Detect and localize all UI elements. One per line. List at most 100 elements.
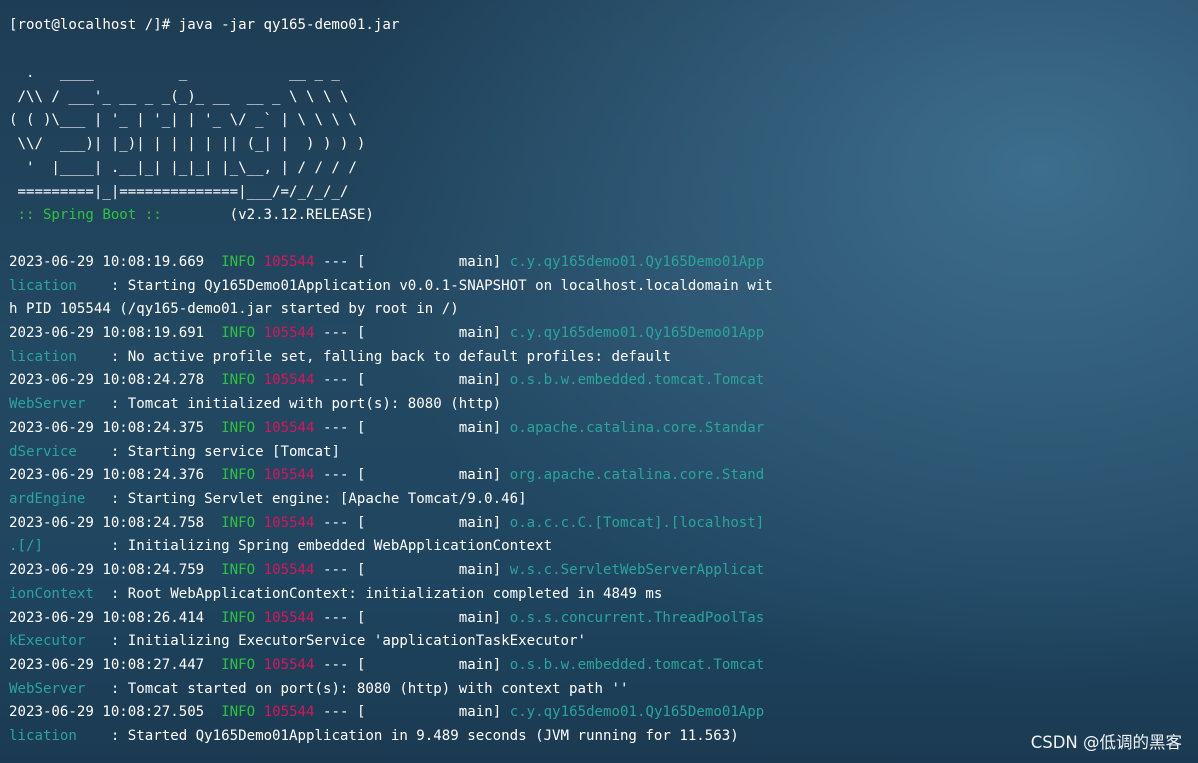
log-thread: --- [ main]	[314, 704, 510, 720]
log-message: : Root WebApplicationContext: initializa…	[93, 586, 663, 602]
log-pid: 105544	[263, 372, 315, 388]
log-message: : Initializing Spring embedded WebApplic…	[42, 538, 553, 554]
banner-line-6: =========|_|==============|___/=/_/_/_/	[9, 184, 349, 200]
log-level: INFO	[221, 704, 256, 720]
log-message: : Tomcat initialized with port(s): 8080 …	[85, 396, 502, 412]
log-message: : Started Qy165Demo01Application in 9.48…	[76, 728, 739, 744]
log-level: INFO	[221, 610, 256, 626]
log-message: : Initializing ExecutorService 'applicat…	[85, 633, 586, 649]
log-thread: --- [ main]	[314, 254, 510, 270]
log-entry-line: 2023-06-29 10:08:24.759 INFO 105544 --- …	[9, 560, 764, 580]
log-entry-line: 2023-06-29 10:08:27.447 INFO 105544 --- …	[9, 655, 764, 675]
log-level: INFO	[221, 372, 256, 388]
log-message: : Starting Qy165Demo01Application v0.0.1…	[76, 278, 773, 294]
log-entry-line: 2023-06-29 10:08:19.669 INFO 105544 --- …	[9, 252, 764, 272]
log-entry-line: dService : Starting service [Tomcat]	[9, 442, 340, 462]
log-thread: --- [ main]	[314, 610, 510, 626]
log-entry-line: ionContext : Root WebApplicationContext:…	[9, 584, 662, 604]
log-entry-line: 2023-06-29 10:08:24.376 INFO 105544 --- …	[9, 465, 764, 485]
log-timestamp: 2023-06-29 10:08:24.759	[9, 562, 205, 578]
log-level: INFO	[221, 254, 256, 270]
log-logger: w.s.c.ServletWebServerApplicat	[509, 562, 765, 578]
log-logger: c.y.qy165demo01.Qy165Demo01App	[509, 325, 765, 341]
log-message: : Starting Servlet engine: [Apache Tomca…	[85, 491, 527, 507]
log-pid: 105544	[263, 704, 315, 720]
log-logger-cont: WebServer	[9, 396, 86, 412]
log-logger-cont: kExecutor	[9, 633, 86, 649]
log-pid: 105544	[263, 467, 315, 483]
log-timestamp: 2023-06-29 10:08:19.691	[9, 325, 205, 341]
log-timestamp: 2023-06-29 10:08:24.376	[9, 467, 205, 483]
log-level: INFO	[221, 515, 256, 531]
log-message: : Starting service [Tomcat]	[76, 444, 340, 460]
log-entry-line: 2023-06-29 10:08:24.758 INFO 105544 --- …	[9, 513, 764, 533]
log-entry-line: ardEngine : Starting Servlet engine: [Ap…	[9, 489, 527, 509]
log-pid: 105544	[263, 610, 315, 626]
log-pid: 105544	[263, 657, 315, 673]
spring-boot-version: (v2.3.12.RELEASE)	[170, 207, 374, 223]
log-message-cont: h PID 105544 (/qy165-demo01.jar started …	[9, 301, 459, 317]
log-logger: o.s.b.w.embedded.tomcat.Tomcat	[509, 657, 765, 673]
log-entry-line: lication : Starting Qy165Demo01Applicati…	[9, 276, 773, 296]
log-pid: 105544	[263, 515, 315, 531]
log-entry-line: 2023-06-29 10:08:27.505 INFO 105544 --- …	[9, 702, 764, 722]
banner-line-4: \\/ ___)| |_)| | | | | || (_| | ) ) ) )	[9, 136, 366, 152]
banner-line-5: ' |____| .__|_| |_|_| |_\__, | / / / /	[9, 160, 357, 176]
log-timestamp: 2023-06-29 10:08:27.505	[9, 704, 205, 720]
log-thread: --- [ main]	[314, 325, 510, 341]
log-level: INFO	[221, 467, 256, 483]
log-logger: c.y.qy165demo01.Qy165Demo01App	[509, 704, 765, 720]
log-level: INFO	[221, 325, 256, 341]
log-thread: --- [ main]	[314, 515, 510, 531]
banner-line-1: . ____ _ __ _ _	[9, 65, 340, 81]
log-message: : No active profile set, falling back to…	[76, 349, 671, 365]
log-timestamp: 2023-06-29 10:08:27.447	[9, 657, 205, 673]
log-entry-line: h PID 105544 (/qy165-demo01.jar started …	[9, 299, 459, 319]
log-pid: 105544	[263, 562, 315, 578]
log-level: INFO	[221, 562, 256, 578]
log-logger: o.a.c.c.C.[Tomcat].[localhost]	[509, 515, 765, 531]
log-entry-line: 2023-06-29 10:08:19.691 INFO 105544 --- …	[9, 323, 764, 343]
banner-line-2: /\\ / ___'_ __ _ _(_)_ __ __ _ \ \ \ \	[9, 89, 349, 105]
log-entry-line: WebServer : Tomcat started on port(s): 8…	[9, 679, 628, 699]
log-logger-cont: ionContext	[9, 586, 94, 602]
log-logger-cont: ardEngine	[9, 491, 86, 507]
log-logger: o.apache.catalina.core.Standar	[509, 420, 765, 436]
spring-boot-version-line: :: Spring Boot :: (v2.3.12.RELEASE)	[9, 205, 374, 225]
log-entry-line: WebServer : Tomcat initialized with port…	[9, 394, 501, 414]
terminal-window[interactable]: [root@localhost /]# java -jar qy165-demo…	[0, 0, 1198, 763]
log-timestamp: 2023-06-29 10:08:24.278	[9, 372, 205, 388]
log-level: INFO	[221, 420, 256, 436]
log-timestamp: 2023-06-29 10:08:19.669	[9, 254, 205, 270]
log-logger: o.s.s.concurrent.ThreadPoolTas	[509, 610, 765, 626]
log-logger: o.s.b.w.embedded.tomcat.Tomcat	[509, 372, 765, 388]
log-entry-line: 2023-06-29 10:08:24.375 INFO 105544 --- …	[9, 418, 764, 438]
banner-line-3: ( ( )\___ | '_ | '_| | '_ \/ _` | \ \ \ …	[9, 112, 357, 128]
log-entry-line: .[/] : Initializing Spring embedded WebA…	[9, 536, 552, 556]
log-logger: c.y.qy165demo01.Qy165Demo01App	[509, 254, 765, 270]
csdn-watermark: CSDN @低调的黑客	[1030, 733, 1182, 752]
log-logger-cont: lication	[9, 278, 77, 294]
log-pid: 105544	[263, 254, 315, 270]
log-logger-cont: lication	[9, 728, 77, 744]
log-logger-cont: dService	[9, 444, 77, 460]
log-thread: --- [ main]	[314, 562, 510, 578]
log-timestamp: 2023-06-29 10:08:24.758	[9, 515, 205, 531]
log-timestamp: 2023-06-29 10:08:24.375	[9, 420, 205, 436]
log-entry-line: 2023-06-29 10:08:24.278 INFO 105544 --- …	[9, 370, 764, 390]
log-logger: org.apache.catalina.core.Stand	[509, 467, 765, 483]
log-entry-line: lication : Started Qy165Demo01Applicatio…	[9, 726, 739, 746]
log-pid: 105544	[263, 420, 315, 436]
log-timestamp: 2023-06-29 10:08:26.414	[9, 610, 205, 626]
log-thread: --- [ main]	[314, 420, 510, 436]
log-entry-line: lication : No active profile set, fallin…	[9, 347, 671, 367]
log-thread: --- [ main]	[314, 657, 510, 673]
log-thread: --- [ main]	[314, 372, 510, 388]
log-thread: --- [ main]	[314, 467, 510, 483]
log-level: INFO	[221, 657, 256, 673]
log-message: : Tomcat started on port(s): 8080 (http)…	[85, 681, 629, 697]
log-logger-cont: .[/]	[9, 538, 43, 554]
log-entry-line: kExecutor : Initializing ExecutorService…	[9, 631, 586, 651]
log-entry-line: 2023-06-29 10:08:26.414 INFO 105544 --- …	[9, 608, 764, 628]
spring-boot-label: :: Spring Boot ::	[9, 207, 171, 223]
